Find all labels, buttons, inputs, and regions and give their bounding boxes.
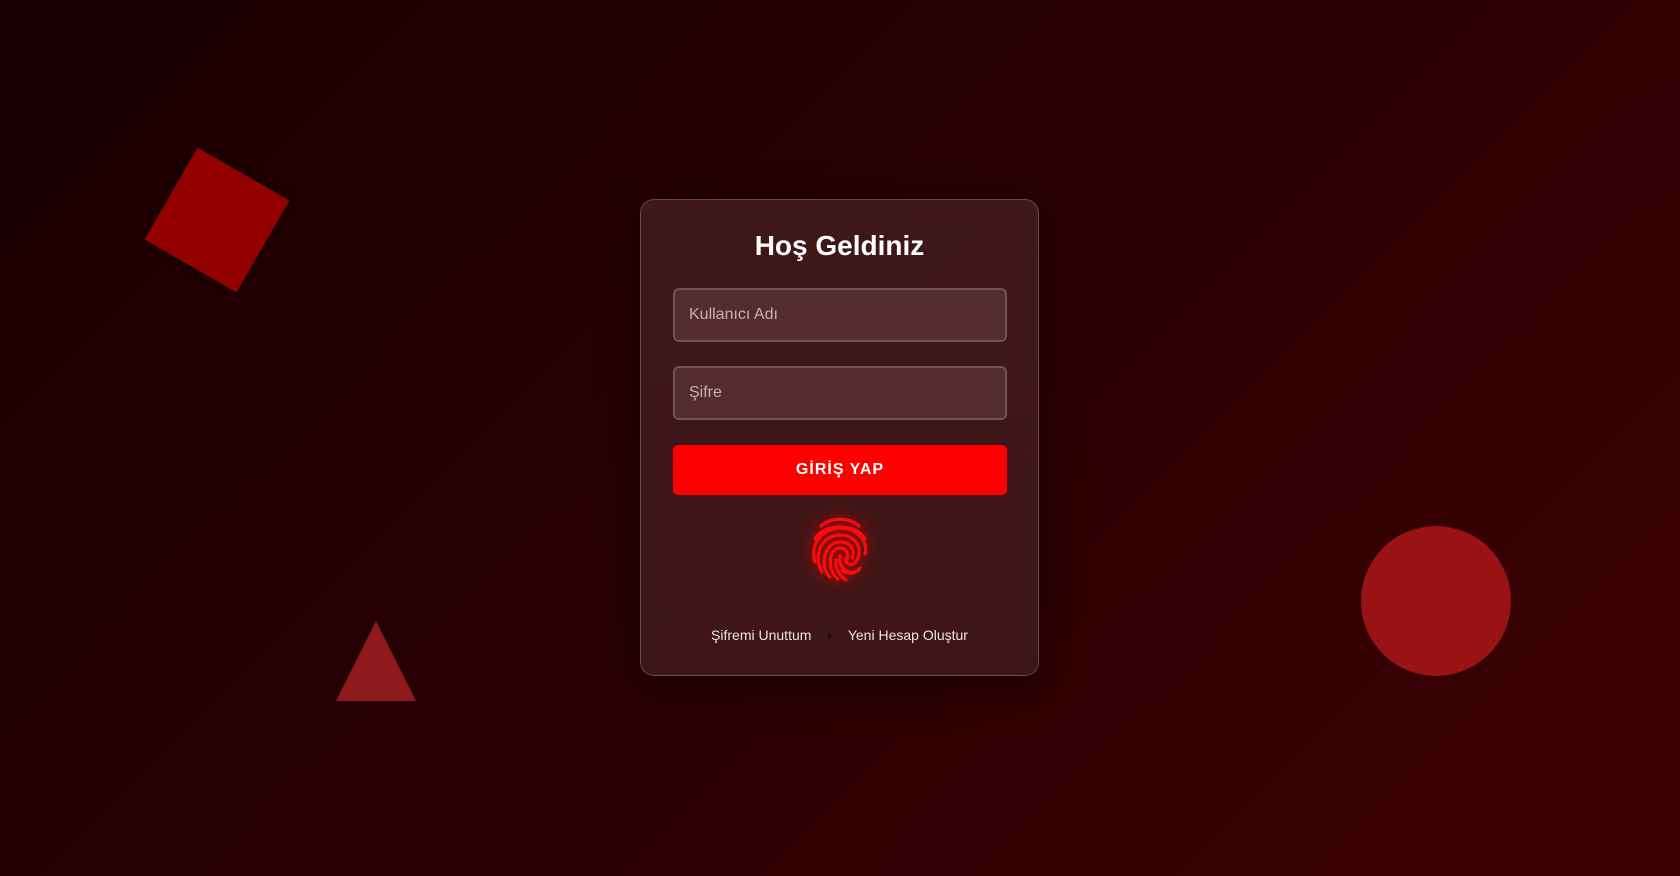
username-input[interactable] — [673, 288, 1007, 342]
decorative-triangle — [336, 621, 416, 701]
create-account-link[interactable]: Yeni Hesap Oluştur — [848, 627, 968, 643]
decorative-square — [144, 147, 290, 293]
fingerprint-icon — [812, 517, 868, 582]
login-button[interactable]: GİRİŞ YAP — [673, 445, 1007, 495]
page-title: Hoş Geldiniz — [754, 230, 925, 261]
password-input[interactable] — [673, 366, 1007, 420]
forgot-password-link[interactable]: Şifremi Unuttum — [711, 627, 811, 643]
decorative-circle — [1361, 526, 1511, 676]
link-separator: • — [827, 627, 833, 643]
footer-links: Şifremi Unuttum • Yeni Hesap Oluştur — [641, 627, 1038, 643]
fingerprint-button[interactable] — [805, 513, 875, 583]
login-card: Hoş Geldiniz GİRİŞ YAP Şifremi Unuttum •… — [640, 199, 1039, 676]
